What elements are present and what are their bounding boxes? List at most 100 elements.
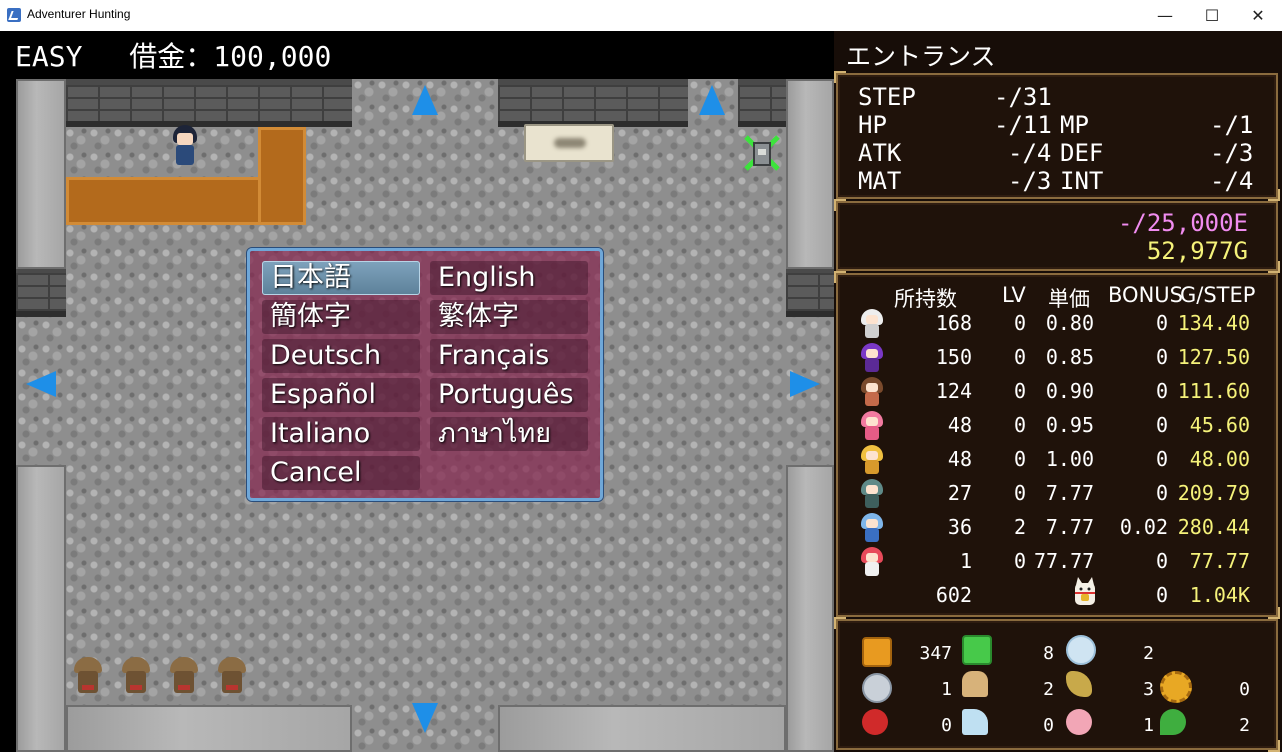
total-bonus: 0 — [1155, 583, 1168, 607]
item-count: 0 — [1043, 715, 1054, 736]
status-panel: エントランス STEP -/31 HP -/11 MP -/1 ATK -/4 … — [834, 31, 1282, 752]
language-menu: 日本語 English 簡体字 繁体字 Deutsch Français Esp… — [247, 248, 603, 501]
teleport-crystal-icon[interactable] — [742, 133, 782, 173]
stone-ledge — [498, 705, 786, 752]
item-count: 0 — [1239, 679, 1250, 700]
app-icon — [7, 8, 21, 22]
stat-value-atk: -/4 — [1008, 139, 1052, 167]
minimize-button[interactable]: — — [1142, 0, 1188, 31]
item-count: 2 — [1143, 643, 1154, 664]
item-count: 2 — [1043, 679, 1054, 700]
player-character[interactable] — [170, 125, 200, 167]
stone-statue-icon — [962, 671, 988, 697]
row-price: 0.80 — [1045, 311, 1094, 335]
glass-slipper-icon — [962, 709, 988, 735]
row-gstep: 134.40 — [1177, 311, 1250, 335]
stat-value-mp: -/1 — [1210, 111, 1254, 139]
item-count: 347 — [919, 643, 952, 664]
exit-east-arrow[interactable] — [790, 371, 820, 397]
language-option-japanese[interactable]: 日本語 — [262, 261, 420, 295]
stat-label-mp: MP — [1060, 111, 1089, 139]
row-owned: 150 — [935, 345, 972, 369]
row-bonus: 0 — [1155, 345, 1168, 369]
monster-portrait — [860, 445, 884, 475]
gold-barrel-icon — [862, 637, 892, 667]
wall-sign[interactable] — [524, 124, 614, 162]
exit-south-arrow[interactable] — [412, 703, 438, 733]
monster-portrait — [860, 377, 884, 407]
piggy-bank-icon — [1066, 709, 1092, 735]
row-owned: 27 — [947, 481, 972, 505]
language-option-french[interactable]: Français — [430, 339, 588, 373]
exp-value: -/25,000E — [1117, 209, 1248, 237]
monster-portrait — [860, 411, 884, 441]
item-count: 2 — [1239, 715, 1250, 736]
row-owned: 48 — [947, 447, 972, 471]
row-bonus: 0 — [1155, 447, 1168, 471]
row-gstep: 45.60 — [1189, 413, 1250, 437]
row-level: 0 — [1013, 311, 1026, 335]
header-bonus: BONUS — [1108, 283, 1183, 307]
row-gstep: 209.79 — [1177, 481, 1250, 505]
row-bonus: 0 — [1155, 311, 1168, 335]
location-name: エントランス — [846, 42, 996, 71]
maximize-button[interactable]: ☐ — [1189, 0, 1235, 31]
item-count: 1 — [941, 679, 952, 700]
debt-label: 借金：100,000 — [129, 40, 332, 73]
row-gstep: 280.44 — [1177, 515, 1250, 539]
brick-wall — [738, 79, 786, 127]
language-option-spanish[interactable]: Español — [262, 378, 420, 412]
monster-portrait — [860, 309, 884, 339]
exit-west-arrow[interactable] — [26, 371, 56, 397]
brick-wall — [16, 267, 66, 317]
header-unit-price: 単価 — [1048, 287, 1090, 311]
difficulty-label: EASY — [15, 40, 83, 73]
game-viewport: EASY 借金：100,000 日本語 English 簡体字 繁体字 Deut… — [0, 31, 834, 752]
language-option-english[interactable]: English — [430, 261, 588, 295]
cancel-option[interactable]: Cancel — [262, 456, 420, 490]
brick-wall — [66, 79, 352, 127]
language-option-italian[interactable]: Italiano — [262, 417, 420, 451]
stat-value-def: -/3 — [1210, 139, 1254, 167]
row-level: 0 — [1013, 413, 1026, 437]
stat-label-hp: HP — [858, 111, 887, 139]
row-level: 0 — [1013, 549, 1026, 573]
exit-north-arrow[interactable] — [412, 85, 438, 115]
training-dummy — [168, 655, 200, 697]
language-option-simplified-chinese[interactable]: 簡体字 — [262, 300, 420, 334]
row-price: 0.85 — [1045, 345, 1094, 369]
row-price: 77.77 — [1034, 549, 1095, 573]
stat-value-mat: -/3 — [1008, 167, 1052, 195]
row-gstep: 127.50 — [1177, 345, 1250, 369]
total-owned: 602 — [935, 583, 972, 607]
row-level: 2 — [1013, 515, 1026, 539]
row-owned: 1 — [959, 549, 972, 573]
item-count: 8 — [1043, 643, 1054, 664]
exit-north-east-arrow[interactable] — [699, 85, 725, 115]
language-option-thai[interactable]: ภาษาไทย — [430, 417, 588, 451]
language-option-traditional-chinese[interactable]: 繁体字 — [430, 300, 588, 334]
row-level: 0 — [1013, 345, 1026, 369]
row-price: 7.77 — [1045, 515, 1094, 539]
row-bonus: 0 — [1155, 549, 1168, 573]
row-owned: 168 — [935, 311, 972, 335]
row-gstep: 111.60 — [1177, 379, 1250, 403]
monster-portrait — [860, 513, 884, 543]
total-gstep: 1.04K — [1189, 583, 1250, 607]
language-option-portuguese[interactable]: Português — [430, 378, 588, 412]
close-button[interactable]: ✕ — [1235, 0, 1281, 31]
language-option-german[interactable]: Deutsch — [262, 339, 420, 373]
row-level: 0 — [1013, 481, 1026, 505]
silver-coin-icon — [862, 673, 892, 703]
inventory-box: 347 8 2 1 2 3 0 0 0 1 2 — [834, 617, 1280, 752]
stats-box: STEP -/31 HP -/11 MP -/1 ATK -/4 DEF -/3… — [834, 71, 1280, 201]
header-owned: 所持数 — [894, 287, 957, 311]
ladybug-icon — [862, 709, 888, 735]
monster-table: 所持数 LV 単価 BONUS G/STEP 168 0 0.80 0 134.… — [834, 271, 1280, 619]
stone-pillar — [786, 79, 834, 269]
row-owned: 36 — [947, 515, 972, 539]
stat-value-step: -/31 — [994, 83, 1052, 111]
row-price: 0.95 — [1045, 413, 1094, 437]
row-bonus: 0 — [1155, 413, 1168, 437]
row-bonus: 0 — [1155, 481, 1168, 505]
